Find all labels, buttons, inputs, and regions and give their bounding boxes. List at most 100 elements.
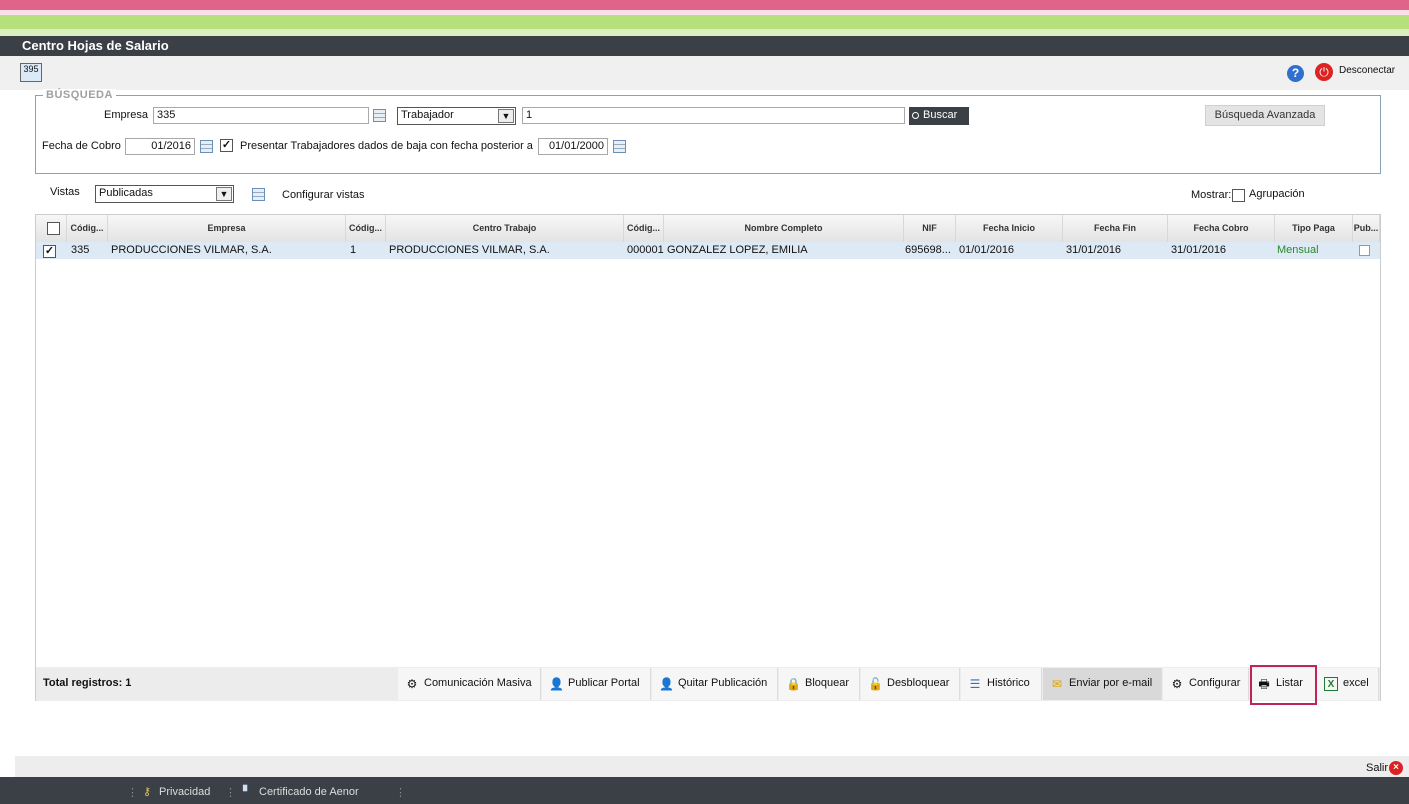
table-row[interactable]: ✓ 335 PRODUCCIONES VILMAR, S.A. 1 PRODUC…	[36, 242, 1380, 259]
help-icon[interactable]: ?	[1287, 65, 1304, 82]
row-checkbox[interactable]: ✓	[43, 245, 56, 258]
cell-fecha-inicio: 01/01/2016	[959, 244, 1015, 256]
disconnect-link[interactable]: Desconectar	[1339, 65, 1395, 76]
cell-empresa: PRODUCCIONES VILMAR, S.A.	[111, 244, 272, 256]
footer-divider: ⋮	[127, 787, 138, 799]
certificado-link[interactable]: Certificado de Aenor	[259, 786, 359, 798]
unlock-icon: 🔓	[868, 677, 883, 691]
close-icon[interactable]: ×	[1389, 761, 1403, 775]
search-type-value: Trabajador	[401, 109, 454, 121]
key-icon: ⚷	[143, 786, 152, 798]
vistas-select[interactable]: Publicadas ▼	[95, 185, 234, 203]
footer-divider: ⋮	[395, 787, 406, 799]
cell-fecha-cobro: 31/01/2016	[1171, 244, 1227, 256]
select-all-header	[36, 215, 67, 242]
user-icon: 👤	[659, 677, 674, 691]
presentar-date-input[interactable]: 01/01/2000	[538, 138, 608, 155]
cell-cod-trabajador: 000001	[627, 244, 664, 256]
grid-footer: Total registros: 1 ⚙ Comunicación Masiva…	[36, 667, 1380, 701]
cell-centro: PRODUCCIONES VILMAR, S.A.	[389, 244, 550, 256]
select-all-checkbox[interactable]	[47, 222, 60, 235]
column-header[interactable]: Códig...	[624, 215, 664, 242]
top-toolbar: 395 ? ⏻ Desconectar	[0, 56, 1409, 90]
comunicacion-masiva-button[interactable]: ⚙ Comunicación Masiva	[398, 668, 541, 700]
buscar-button[interactable]: Buscar	[909, 107, 969, 125]
column-header[interactable]: Tipo Paga	[1275, 215, 1353, 242]
buscar-label: Buscar	[923, 109, 958, 121]
historico-button[interactable]: ☰ Histórico	[961, 668, 1042, 700]
search-query-input[interactable]: 1	[522, 107, 905, 124]
search-legend: BÚSQUEDA	[43, 89, 116, 101]
agrupacion-checkbox[interactable]	[1232, 189, 1245, 202]
excel-label: excel	[1343, 677, 1369, 689]
column-header[interactable]: Nombre Completo	[664, 215, 904, 242]
presentar-checkbox[interactable]: ✓	[220, 139, 233, 152]
quitar-publicacion-label: Quitar Publicación	[678, 677, 768, 689]
column-header[interactable]: Pub...	[1353, 215, 1380, 242]
cell-cod-empresa: 335	[71, 244, 90, 256]
agrupacion-label: Agrupación	[1249, 188, 1305, 200]
desbloquear-button[interactable]: 🔓 Desbloquear	[861, 668, 960, 700]
presentar-label: Presentar Trabajadores dados de baja con…	[240, 140, 533, 152]
mostrar-label: Mostrar:	[1191, 189, 1232, 201]
empresa-input[interactable]: 335	[153, 107, 369, 124]
fecha-cobro-label: Fecha de Cobro	[42, 140, 121, 152]
total-records: Total registros: 1	[43, 677, 132, 689]
column-header[interactable]: Centro Trabajo	[386, 215, 624, 242]
fecha-cobro-input[interactable]: 01/2016	[125, 138, 195, 155]
top-stripe-lightgreen	[0, 29, 1409, 36]
vistas-label: Vistas	[50, 186, 80, 198]
excel-button[interactable]: X excel	[1317, 668, 1379, 700]
enviar-email-button[interactable]: ✉ Enviar por e-mail	[1043, 668, 1162, 700]
configure-views-link[interactable]: Configurar vistas	[282, 189, 365, 201]
lookup-icon[interactable]	[373, 109, 386, 122]
chevron-down-icon: ▼	[498, 109, 514, 123]
bloquear-button[interactable]: 🔒 Bloquear	[779, 668, 860, 700]
quitar-publicacion-button[interactable]: 👤 Quitar Publicación	[652, 668, 778, 700]
gear-icon: ⚙	[406, 677, 418, 691]
column-header[interactable]: Fecha Fin	[1063, 215, 1168, 242]
empresa-label: Empresa	[104, 109, 149, 121]
bloquear-label: Bloquear	[805, 677, 850, 689]
column-header[interactable]: Códig...	[346, 215, 386, 242]
publicar-portal-button[interactable]: 👤 Publicar Portal	[542, 668, 651, 700]
search-icon	[912, 112, 919, 119]
gear-icon: ⚙	[1171, 677, 1183, 691]
column-header[interactable]: Fecha Inicio	[956, 215, 1063, 242]
comunicacion-masiva-label: Comunicación Masiva	[424, 677, 532, 689]
calendar-icon[interactable]	[613, 140, 626, 153]
publicar-portal-label: Publicar Portal	[568, 677, 640, 689]
cell-tipo-paga: Mensual	[1277, 244, 1319, 256]
column-header[interactable]: NIF	[904, 215, 956, 242]
desbloquear-label: Desbloquear	[887, 677, 950, 689]
top-stripe-pink	[0, 0, 1409, 10]
footer-divider: ⋮	[225, 787, 236, 799]
column-header[interactable]: Fecha Cobro	[1168, 215, 1275, 242]
cell-nombre: GONZALEZ LOPEZ, EMILIA	[667, 244, 808, 256]
privacidad-link[interactable]: Privacidad	[159, 786, 210, 798]
cell-fecha-fin: 31/01/2016	[1066, 244, 1122, 256]
configurar-button[interactable]: ⚙ Configurar	[1163, 668, 1249, 700]
search-type-select[interactable]: Trabajador ▼	[397, 107, 516, 125]
column-header[interactable]: Empresa	[108, 215, 346, 242]
bottom-bar	[15, 756, 1409, 777]
power-icon[interactable]: ⏻	[1315, 63, 1333, 81]
top-stripe-green	[0, 15, 1409, 29]
configurar-label: Configurar	[1189, 677, 1241, 689]
window-title: Centro Hojas de Salario	[0, 36, 1409, 56]
cell-cod-centro: 1	[350, 244, 357, 256]
list-icon: ☰	[969, 677, 981, 691]
advanced-search-button[interactable]: Búsqueda Avanzada	[1205, 105, 1325, 126]
user-icon: 👤	[549, 677, 564, 691]
publicado-checkbox[interactable]	[1359, 245, 1370, 256]
envelope-icon: ✉	[1051, 677, 1063, 691]
payslip-app-icon[interactable]: 395	[20, 63, 42, 82]
results-grid: Códig... Empresa Códig... Centro Trabajo…	[35, 214, 1381, 701]
calendar-icon[interactable]	[200, 140, 213, 153]
column-header[interactable]: Códig...	[67, 215, 108, 242]
configure-views-icon[interactable]	[252, 188, 265, 201]
document-icon: ▘	[243, 786, 252, 798]
vistas-value: Publicadas	[99, 187, 153, 199]
salir-link[interactable]: Salir	[1366, 762, 1388, 774]
enviar-email-label: Enviar por e-mail	[1069, 677, 1153, 689]
